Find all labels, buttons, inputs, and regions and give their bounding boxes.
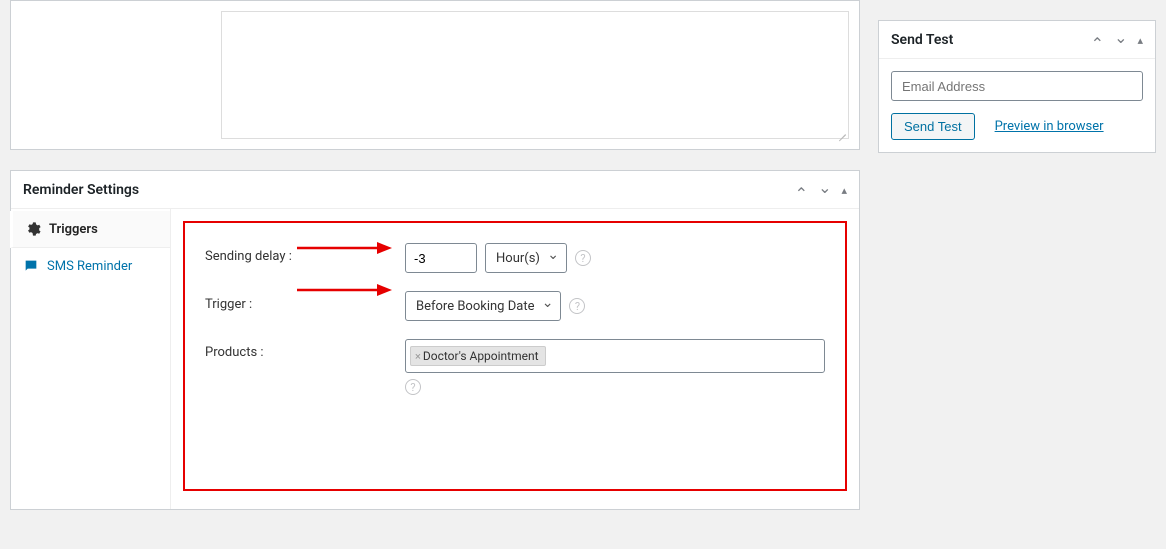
email-address-input[interactable]: [891, 71, 1143, 101]
send-test-panel: Send Test Send Test Preview in browser: [878, 20, 1156, 153]
remove-tag-icon[interactable]: ×: [415, 350, 421, 363]
help-icon[interactable]: ?: [405, 379, 421, 395]
products-row: Products : × Doctor's Appointment ?: [205, 339, 825, 395]
sending-delay-row: Sending delay : Hour(s) ?: [205, 243, 825, 273]
move-down-icon[interactable]: [1114, 30, 1127, 49]
sending-delay-input[interactable]: [405, 243, 477, 273]
trigger-select[interactable]: Before Booking Date: [405, 291, 561, 321]
reminder-content: Sending delay : Hour(s) ? Trigger :: [171, 209, 859, 509]
trigger-label: Trigger :: [205, 291, 405, 312]
tab-triggers-label: Triggers: [49, 222, 98, 237]
send-test-body: Send Test Preview in browser: [879, 59, 1155, 152]
highlight-box: Sending delay : Hour(s) ? Trigger :: [183, 221, 847, 491]
move-up-icon[interactable]: [1091, 30, 1104, 49]
help-icon[interactable]: ?: [569, 298, 585, 314]
trigger-select-value: Before Booking Date: [416, 299, 534, 314]
sending-delay-unit-value: Hour(s): [496, 251, 540, 266]
tab-sms-reminder[interactable]: SMS Reminder: [11, 248, 170, 284]
reminder-settings-header: Reminder Settings: [11, 171, 859, 209]
preview-in-browser-link[interactable]: Preview in browser: [995, 119, 1104, 134]
tab-sms-label: SMS Reminder: [47, 259, 132, 274]
chat-icon: [23, 258, 39, 274]
reminder-settings-title: Reminder Settings: [23, 182, 139, 198]
message-textarea[interactable]: [221, 11, 849, 139]
help-icon[interactable]: ?: [575, 250, 591, 266]
send-test-header: Send Test: [879, 21, 1155, 59]
sending-delay-unit-select[interactable]: Hour(s): [485, 243, 567, 273]
settings-tabs: Triggers SMS Reminder: [11, 209, 171, 509]
move-up-icon[interactable]: [795, 180, 808, 199]
move-down-icon[interactable]: [818, 180, 831, 199]
product-tag-label: Doctor's Appointment: [423, 349, 539, 363]
collapse-panel-icon[interactable]: [1137, 32, 1143, 48]
reminder-settings-panel: Reminder Settings Triggers: [10, 170, 860, 510]
editor-panel: [10, 0, 860, 150]
products-tag-input[interactable]: × Doctor's Appointment: [405, 339, 825, 373]
sending-delay-label: Sending delay :: [205, 243, 405, 264]
send-test-button[interactable]: Send Test: [891, 113, 975, 140]
send-test-title: Send Test: [891, 32, 953, 48]
collapse-panel-icon[interactable]: [841, 182, 847, 198]
trigger-row: Trigger : Before Booking Date ?: [205, 291, 825, 321]
product-tag: × Doctor's Appointment: [410, 346, 546, 366]
tab-triggers[interactable]: Triggers: [10, 211, 170, 248]
gear-icon: [25, 221, 41, 237]
products-label: Products :: [205, 339, 405, 360]
